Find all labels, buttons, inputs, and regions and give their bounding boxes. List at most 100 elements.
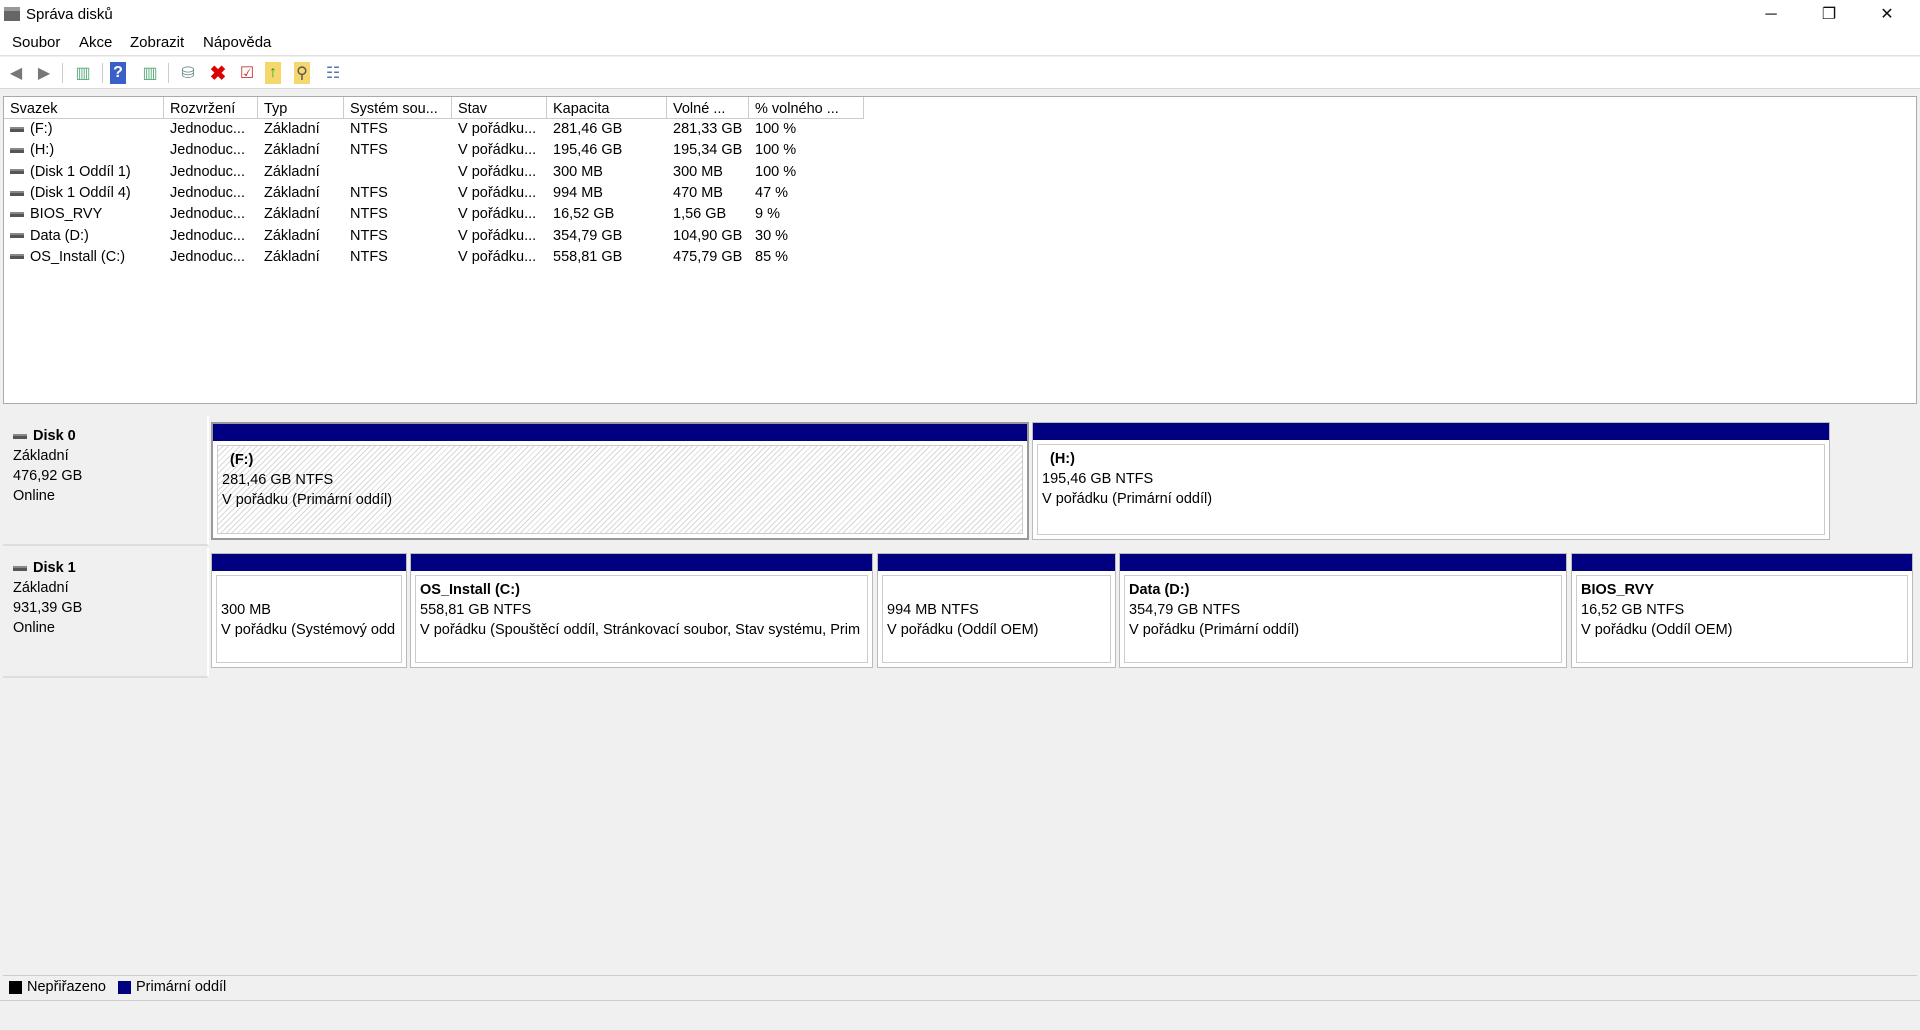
cell-text: Jednoduc...	[170, 121, 245, 137]
table-row[interactable]: (Disk 1 Oddíl 1) Jednoduc... Základní V poř…	[4, 164, 864, 185]
partition[interactable]: BIOS_RVY 16,52 GB NTFS V pořádku (Oddíl OE…	[1571, 553, 1913, 668]
table-row[interactable]: BIOS_RVY Jednoduc... Základní NTFS V pořádku…	[4, 206, 864, 227]
disk-name: Disk 0	[33, 428, 76, 444]
partition-size: 558,81 GB NTFS	[420, 602, 532, 618]
column-header[interactable]: % volného ...	[749, 97, 864, 119]
cell-text: Jednoduc...	[170, 184, 245, 201]
menu-napoveda[interactable]: Nápověda	[203, 34, 271, 51]
table-cell: Základní	[258, 142, 344, 163]
forward-icon[interactable]: ▶	[33, 62, 55, 84]
partition-name: (F:)	[230, 452, 254, 468]
table-row[interactable]: OS_Install (C:) Jednoduc... Základní NTFS V …	[4, 249, 864, 270]
restore-button[interactable]: ❐	[1800, 0, 1858, 29]
partition-status: V pořádku (Oddíl OEM)	[887, 622, 1039, 638]
table-cell: V pořádku...	[452, 185, 547, 206]
minimize-button[interactable]: ─	[1742, 0, 1800, 29]
partition[interactable]: Data (D:) 354,79 GB NTFS V pořádku (Primár…	[1119, 553, 1567, 668]
table-cell: Základní	[258, 164, 344, 185]
disk-name: Disk 1	[33, 560, 76, 576]
cell-text: 195,46 GB	[553, 142, 623, 159]
table-cell: 47 %	[749, 185, 864, 206]
table-cell: 195,46 GB	[547, 142, 667, 163]
table-cell: Jednoduc...	[164, 185, 258, 206]
partition[interactable]: 300 MB V pořádku (Systémový odd	[211, 553, 407, 668]
action-pane-icon[interactable]: ▥	[139, 62, 161, 84]
check-icon[interactable]: ☑	[236, 62, 258, 84]
table-cell: Data (D:)	[4, 228, 164, 249]
table-row[interactable]: (Disk 1 Oddíl 4) Jednoduc... Základní NTFS V…	[4, 185, 864, 206]
legend-label: Nepřiřazeno	[27, 979, 106, 995]
partition-name: BIOS_RVY	[1581, 582, 1655, 598]
disk-size: 931,39 GB	[13, 600, 83, 616]
table-row[interactable]: (H:) Jednoduc... Základní NTFS V pořádku... 1…	[4, 142, 864, 163]
help-icon[interactable]: ?	[110, 62, 126, 84]
cell-text: V pořádku...	[458, 227, 537, 244]
column-header[interactable]: Systém sou...	[344, 97, 452, 119]
column-header[interactable]: Svazek	[4, 97, 164, 119]
table-cell: Jednoduc...	[164, 164, 258, 185]
table-cell: V pořádku...	[452, 142, 547, 163]
table-cell: Základní	[258, 206, 344, 227]
table-cell: V pořádku...	[452, 228, 547, 249]
disk-0-label[interactable]: Disk 0 Základní 476,92 GB Online	[3, 416, 209, 546]
partition-type-bar	[878, 554, 1115, 571]
table-row[interactable]: (F:) Jednoduc... Základní NTFS V pořádku... 2…	[4, 121, 864, 142]
partition[interactable]: OS_Install (C:) 558,81 GB NTFS V pořádku (…	[410, 553, 873, 668]
menu-akce[interactable]: Akce	[79, 34, 112, 51]
table-cell: NTFS	[344, 121, 452, 142]
menu-zobrazit[interactable]: Zobrazit	[130, 34, 184, 51]
partition-info: (H:) 195,46 GB NTFS V pořádku (Primární od…	[1037, 444, 1825, 535]
console-tree-icon[interactable]: ▥	[72, 62, 94, 84]
table-cell: V pořádku...	[452, 249, 547, 270]
partition[interactable]: (H:) 195,46 GB NTFS V pořádku (Primární od…	[1032, 422, 1830, 540]
cell-text: 30 %	[755, 227, 789, 244]
open-folder-icon[interactable]: ↑	[265, 62, 281, 84]
cell-text: (Disk 1 Oddíl 1)	[30, 163, 131, 180]
column-header[interactable]: Typ	[258, 97, 344, 119]
partition-info: Data (D:) 354,79 GB NTFS V pořádku (Primár…	[1124, 575, 1562, 663]
table-cell: OS_Install (C:)	[4, 249, 164, 270]
cell-text: V pořádku...	[458, 184, 537, 201]
table-cell: Základní	[258, 121, 344, 142]
partition-status: V pořádku (Systémový odd	[221, 622, 396, 638]
status-bar	[0, 1000, 1920, 1030]
partition-size: 300 MB	[221, 602, 271, 618]
title-bar: Správa disků ─ ❐ ✕	[0, 0, 1920, 29]
disk-1-label[interactable]: Disk 1 Základní 931,39 GB Online	[3, 548, 209, 678]
cell-text: V pořádku...	[458, 206, 537, 223]
cell-text: 47 %	[755, 184, 789, 201]
partition-type-bar	[212, 554, 406, 571]
table-cell: 281,33 GB	[667, 121, 749, 142]
cell-text: 994 MB	[553, 184, 603, 201]
cell-text: 475,79 GB	[673, 248, 743, 265]
cell-text: 85 %	[755, 248, 789, 265]
disk-icon	[13, 565, 27, 571]
table-cell: 85 %	[749, 249, 864, 270]
table-cell: 994 MB	[547, 185, 667, 206]
table-row[interactable]: Data (D:) Jednoduc... Základní NTFS V pořádk…	[4, 228, 864, 249]
cell-text: 9 %	[755, 206, 780, 223]
table-cell: 281,46 GB	[547, 121, 667, 142]
column-header[interactable]: Kapacita	[547, 97, 667, 119]
search-icon[interactable]: ⚲	[294, 62, 310, 84]
connect-icon[interactable]: ⛁	[177, 62, 199, 84]
disk-type: Základní	[13, 580, 69, 596]
properties-icon[interactable]: ☷	[322, 62, 344, 84]
partition[interactable]: (F:) 281,46 GB NTFS V pořádku (Primární od…	[211, 422, 1029, 540]
disk-graph-view: Disk 0 Základní 476,92 GB Online Disk 1 …	[3, 410, 1917, 970]
delete-icon[interactable]: ✖	[207, 62, 229, 85]
table-cell: NTFS	[344, 206, 452, 227]
back-icon[interactable]: ◀	[5, 62, 27, 84]
column-header[interactable]: Volné ...	[667, 97, 749, 119]
legend: Nepřiřazeno Primární oddíl	[3, 975, 1917, 997]
menu-soubor[interactable]: Soubor	[12, 34, 60, 51]
partition-type-bar	[1033, 423, 1829, 440]
cell-text: OS_Install (C:)	[30, 248, 126, 265]
table-cell: 558,81 GB	[547, 249, 667, 270]
partition[interactable]: 994 MB NTFS V pořádku (Oddíl OEM)	[877, 553, 1116, 668]
volume-icon	[10, 233, 24, 239]
column-header[interactable]: Rozvržení	[164, 97, 258, 119]
column-header[interactable]: Stav	[452, 97, 547, 119]
close-button[interactable]: ✕	[1858, 0, 1916, 29]
table-cell	[344, 164, 452, 185]
